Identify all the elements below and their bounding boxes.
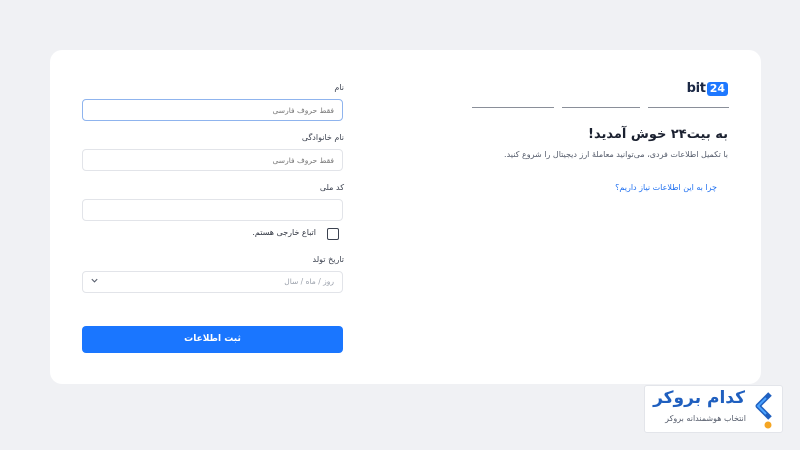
progress-step — [472, 107, 554, 108]
first-name-input[interactable] — [82, 99, 343, 121]
watermark-title: کدام بروکر — [653, 388, 745, 408]
last-name-label: نام خانوادگی — [301, 133, 344, 142]
first-name-label: نام — [334, 83, 344, 92]
registration-card: bit 24 به بیت۲۴ خوش آمدید! با تکمیل اطلا… — [50, 50, 761, 384]
progress-step — [648, 107, 729, 108]
watermark-subtitle: انتخاب هوشمندانه بروکر — [665, 414, 746, 423]
welcome-title: به بیت۲۴ خوش آمدید! — [588, 127, 728, 142]
national-code-input[interactable] — [82, 199, 343, 221]
progress-step — [562, 107, 640, 108]
progress-steps — [472, 107, 729, 108]
logo-number: 24 — [706, 81, 728, 96]
broker-logo-icon — [755, 392, 772, 429]
why-info-link[interactable]: چرا به این اطلاعات نیاز داریم؟ — [615, 183, 717, 192]
chevron-down-icon[interactable] — [90, 276, 99, 285]
logo-text: bit — [686, 81, 706, 96]
foreign-national-checkbox[interactable] — [327, 228, 339, 240]
national-code-label: کد ملی — [319, 183, 344, 192]
birth-date-select[interactable]: روز / ماه / سال — [82, 271, 343, 293]
kodam-broker-watermark: کدام بروکر انتخاب هوشمندانه بروکر — [644, 385, 783, 433]
birth-date-placeholder: روز / ماه / سال — [284, 277, 334, 286]
welcome-subtitle: با تکمیل اطلاعات فردی، می‌توانید معاملهٔ… — [504, 150, 728, 159]
birth-date-label: تاریخ تولد — [312, 255, 344, 264]
submit-button[interactable]: ثبت اطلاعات — [82, 326, 343, 353]
foreign-national-label: اتباع خارجی هستم. — [252, 228, 316, 237]
last-name-input[interactable] — [82, 149, 343, 171]
bit24-logo: bit 24 — [687, 81, 728, 96]
